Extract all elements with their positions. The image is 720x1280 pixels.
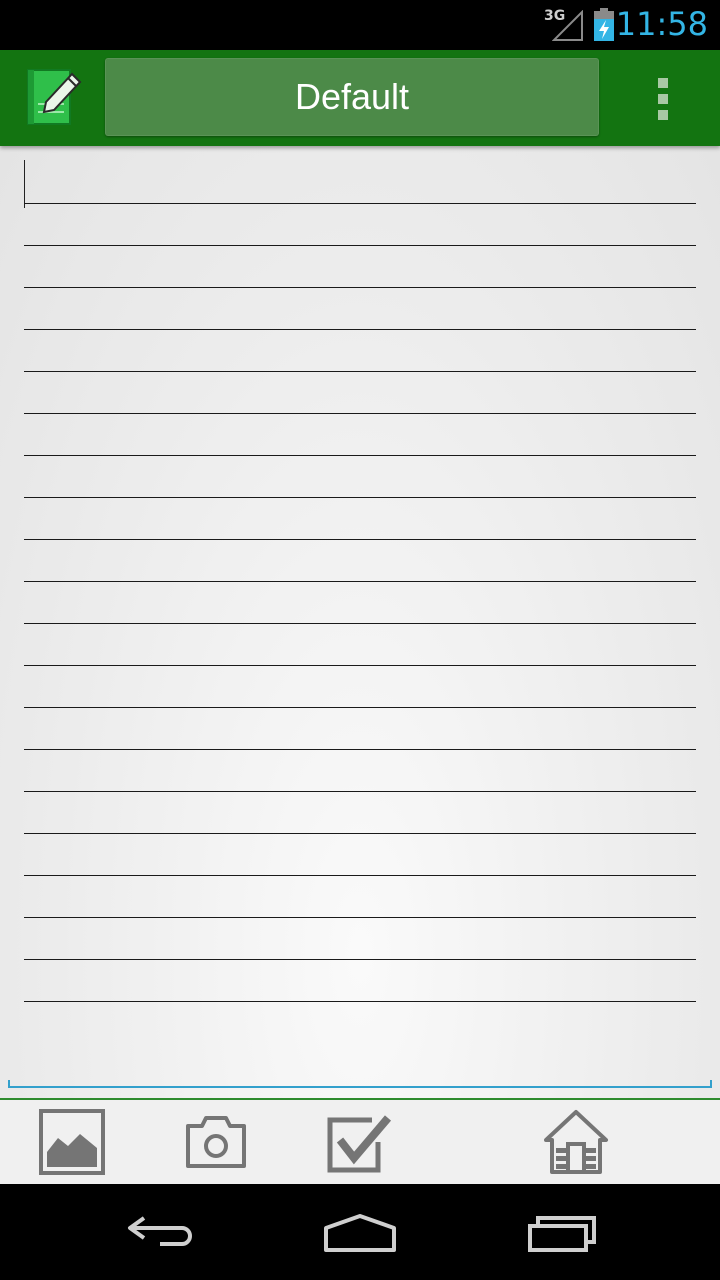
- ruled-line: [24, 1001, 696, 1002]
- ruled-line: [24, 413, 696, 414]
- ruled-line: [24, 749, 696, 750]
- back-icon[interactable]: [120, 1206, 200, 1256]
- ruled-line: [24, 245, 696, 246]
- clock: 11:58: [615, 5, 708, 43]
- ruled-line: [24, 959, 696, 960]
- bottom-toolbar: [0, 1098, 720, 1184]
- image-icon[interactable]: [38, 1108, 106, 1176]
- ruled-line: [24, 665, 696, 666]
- notepad-pencil-icon[interactable]: [24, 66, 88, 130]
- home-icon[interactable]: [542, 1108, 610, 1176]
- battery-charging-icon: [594, 8, 614, 41]
- text-cursor: [24, 160, 25, 208]
- system-navigation-bar: [0, 1184, 720, 1280]
- notebook-title-button[interactable]: Default: [105, 58, 599, 136]
- camera-icon[interactable]: [182, 1108, 250, 1176]
- checkbox-icon[interactable]: [326, 1108, 394, 1176]
- action-bar: Default: [0, 50, 720, 146]
- ruled-line: [24, 833, 696, 834]
- ruled-line: [24, 917, 696, 918]
- ruled-line: [24, 791, 696, 792]
- status-bar: 3G 11:58: [0, 0, 720, 50]
- ruled-line: [24, 707, 696, 708]
- edit-text-underline: [8, 1080, 712, 1088]
- ruled-line: [24, 497, 696, 498]
- ruled-line: [24, 539, 696, 540]
- ruled-line: [24, 287, 696, 288]
- ruled-line: [24, 623, 696, 624]
- ruled-line: [24, 581, 696, 582]
- overflow-menu-icon[interactable]: [648, 74, 680, 124]
- ruled-line: [24, 203, 696, 204]
- signal-icon: [552, 10, 583, 41]
- note-editor[interactable]: [0, 146, 720, 1098]
- ruled-line: [24, 371, 696, 372]
- ruled-line: [24, 455, 696, 456]
- home-icon[interactable]: [320, 1206, 400, 1256]
- ruled-line: [24, 329, 696, 330]
- ruled-line: [24, 875, 696, 876]
- recent-apps-icon[interactable]: [524, 1206, 604, 1256]
